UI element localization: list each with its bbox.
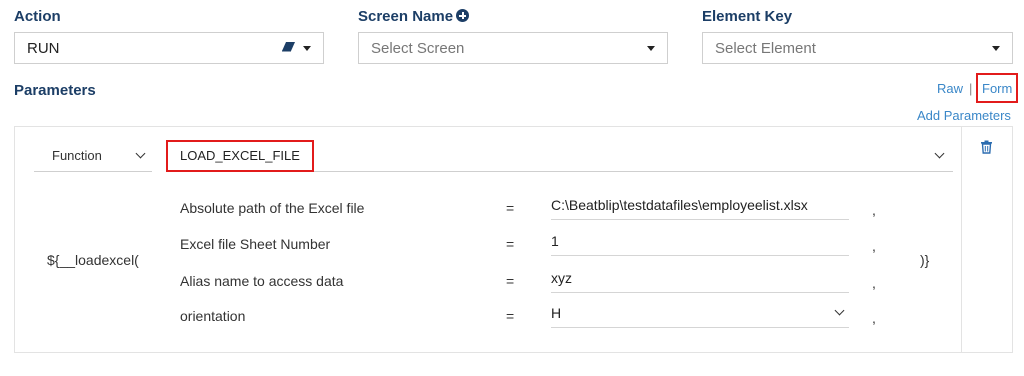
- orientation-value: H: [551, 305, 562, 321]
- orientation-select[interactable]: H: [551, 302, 849, 328]
- chevron-down-icon: [992, 45, 1000, 51]
- panel-divider: [961, 126, 962, 353]
- comma: ,: [872, 275, 876, 291]
- chevron-down-icon: [135, 148, 146, 159]
- equals-sign: =: [506, 273, 515, 289]
- equals-sign: =: [506, 200, 515, 216]
- chevron-down-icon: [647, 45, 655, 51]
- link-separator: |: [969, 81, 973, 96]
- eraser-icon[interactable]: [281, 40, 297, 57]
- function-prefix: ${__loadexcel(: [47, 252, 139, 268]
- element-key-label: Element Key: [702, 8, 793, 25]
- chevron-down-icon: [834, 305, 845, 316]
- screen-select[interactable]: Select Screen: [358, 32, 668, 64]
- action-select[interactable]: RUN: [14, 32, 324, 64]
- trash-icon[interactable]: [980, 140, 993, 159]
- chevron-down-icon: [934, 148, 945, 159]
- form-highlight-box: [976, 73, 1018, 103]
- equals-sign: =: [506, 236, 515, 252]
- raw-link[interactable]: Raw: [937, 81, 963, 96]
- comma: ,: [872, 310, 876, 326]
- function-suffix: )}: [920, 252, 930, 268]
- parameters-label: Parameters: [14, 82, 96, 99]
- element-placeholder: Select Element: [715, 39, 816, 57]
- screen-placeholder: Select Screen: [371, 39, 465, 57]
- param-value-input[interactable]: C:\Beatblip\testdatafiles\employeelist.x…: [551, 194, 849, 220]
- element-select[interactable]: Select Element: [702, 32, 1013, 64]
- action-label: Action: [14, 8, 61, 25]
- function-highlight-box: [166, 140, 314, 172]
- param-value-input[interactable]: 1: [551, 230, 849, 256]
- comma: ,: [872, 238, 876, 254]
- function-type-select[interactable]: Function: [34, 140, 152, 172]
- equals-sign: =: [506, 308, 515, 324]
- param-name: Alias name to access data: [180, 273, 344, 289]
- param-name: Excel file Sheet Number: [180, 236, 331, 252]
- param-name: Absolute path of the Excel file: [180, 200, 365, 216]
- plus-circle-icon[interactable]: [456, 9, 470, 22]
- comma: ,: [872, 202, 876, 218]
- screen-name-label: Screen Name: [358, 8, 470, 25]
- add-parameters-link[interactable]: Add Parameters: [917, 108, 1011, 123]
- function-type-label: Function: [52, 148, 102, 163]
- param-name: orientation: [180, 308, 246, 324]
- chevron-down-icon: [303, 45, 311, 51]
- action-value: RUN: [27, 39, 60, 57]
- param-value-input[interactable]: xyz: [551, 267, 849, 293]
